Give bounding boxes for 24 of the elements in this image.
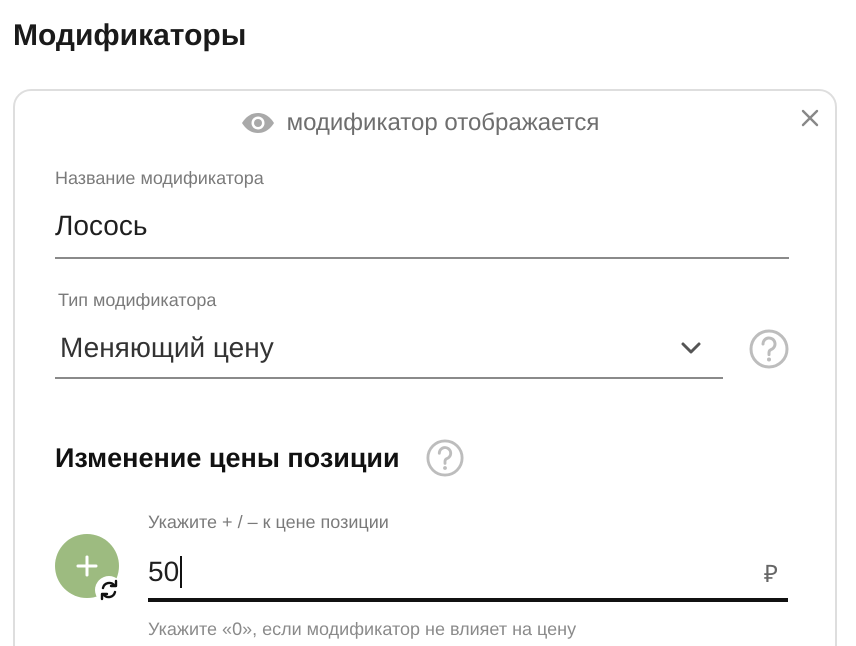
help-button[interactable]	[426, 439, 464, 477]
price-field[interactable]: Укажите + / – к цене позиции 50 ₽	[148, 511, 788, 602]
close-icon	[801, 109, 819, 127]
name-field[interactable]: Название модификатора Лосось	[55, 167, 789, 259]
text-cursor	[180, 556, 182, 588]
help-icon	[749, 329, 789, 369]
field-label: Тип модификатора	[57, 289, 218, 311]
close-button[interactable]	[801, 109, 819, 127]
type-select[interactable]: Тип модификатора Меняющий цену	[55, 289, 723, 379]
field-label: Название модификатора	[55, 167, 265, 189]
chevron-down-icon	[681, 342, 701, 354]
field-hint: Укажите «0», если модификатор не влияет на цену	[148, 618, 578, 640]
help-icon	[426, 439, 464, 477]
field-value: Лосось	[55, 209, 148, 243]
field-label: Укажите + / – к цене позиции	[148, 511, 390, 533]
plus-icon	[76, 555, 98, 577]
select-value: Меняющий цену	[60, 331, 274, 365]
currency-sign: ₽	[764, 560, 779, 588]
field-value: 50	[148, 555, 180, 589]
section-heading: Изменение цены позиции	[55, 442, 400, 475]
eye-icon	[240, 112, 275, 134]
page-title: Модификаторы	[13, 18, 248, 54]
visibility-label: модификатор отображается	[286, 108, 600, 138]
help-button[interactable]	[749, 329, 789, 369]
